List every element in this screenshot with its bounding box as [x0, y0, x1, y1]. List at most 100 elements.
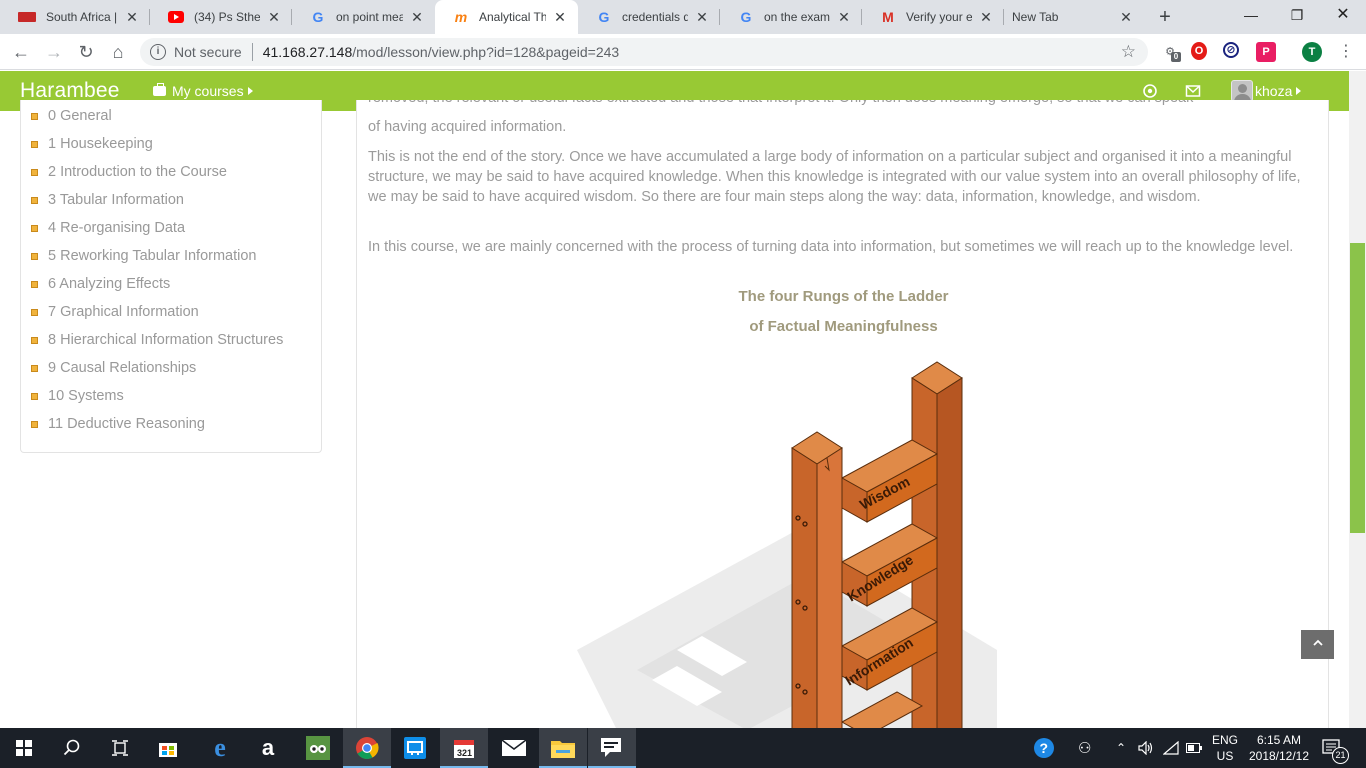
back-icon[interactable]: ←: [9, 40, 33, 64]
messages-icon[interactable]: [1185, 83, 1201, 99]
chevron-up-icon[interactable]: ⌃: [1116, 728, 1126, 768]
course-sections-block: 0 General 1 Housekeeping 2 Introduction …: [20, 100, 322, 453]
language-indicator[interactable]: ENG US: [1212, 728, 1238, 768]
close-icon[interactable]: ✕: [1118, 9, 1134, 26]
browser-tab-active[interactable]: m Analytical Thin ✕: [435, 0, 578, 34]
section-list: 0 General 1 Housekeeping 2 Introduction …: [31, 102, 283, 438]
block-icon[interactable]: ⊘: [1223, 42, 1239, 58]
close-icon[interactable]: ✕: [552, 9, 568, 26]
calendar-icon[interactable]: 321: [440, 728, 488, 768]
wifi-icon[interactable]: [1163, 728, 1179, 768]
close-icon[interactable]: ✕: [266, 9, 282, 26]
section-item[interactable]: 11 Deductive Reasoning: [31, 410, 283, 438]
bullet-icon: [31, 224, 38, 232]
google-icon: G: [598, 9, 610, 25]
bullet-icon: [31, 364, 38, 372]
edge-icon[interactable]: e: [196, 728, 244, 768]
tab-title: Analytical Thin: [479, 10, 546, 24]
tab-title: New Tab: [1012, 10, 1059, 24]
close-window-button[interactable]: ✕: [1320, 0, 1366, 30]
people-icon[interactable]: ⚇: [1078, 728, 1091, 768]
lesson-text-cut: removed, the relevant or useful facts ex…: [368, 100, 1318, 108]
home-icon[interactable]: ⌂: [106, 40, 130, 64]
user-menu[interactable]: khoza: [1231, 80, 1302, 102]
profile-avatar[interactable]: T: [1302, 42, 1322, 62]
browser-tab[interactable]: G on the exam - ✕: [720, 0, 862, 34]
browser-tab[interactable]: New Tab ✕: [1004, 0, 1144, 34]
restore-button[interactable]: ❐: [1274, 0, 1320, 30]
tab-title: South Africa | e: [46, 10, 118, 24]
address-bar[interactable]: i Not secure 41.168.27.148/mod/lesson/vi…: [140, 38, 1148, 66]
bookmark-star-icon[interactable]: ☆: [1121, 42, 1136, 62]
bullet-icon: [31, 252, 38, 260]
battery-icon[interactable]: [1186, 728, 1202, 768]
chrome-icon[interactable]: [343, 728, 391, 768]
file-explorer-icon[interactable]: [539, 728, 587, 768]
notification-count: 21: [1332, 747, 1349, 764]
browser-tab[interactable]: M Verify your em ✕: [862, 0, 1004, 34]
forward-icon[interactable]: →: [42, 40, 66, 64]
url-text: 41.168.27.148/mod/lesson/view.php?id=128…: [262, 44, 620, 60]
bullet-icon: [31, 308, 38, 316]
moodle-icon: m: [454, 9, 468, 25]
close-icon[interactable]: ✕: [124, 9, 140, 26]
tab-title: credentials def: [622, 10, 688, 24]
ladder-illustration: Wisdom Knowledge Information: [577, 361, 997, 728]
bullet-icon: [31, 112, 38, 120]
browser-tab[interactable]: (34) Ps Sthemb ✕: [150, 0, 292, 34]
mail-icon[interactable]: [490, 728, 538, 768]
section-item[interactable]: 2 Introduction to the Course: [31, 158, 283, 186]
briefcase-icon: [153, 83, 166, 96]
teamviewer-icon[interactable]: [391, 728, 439, 768]
search-icon[interactable]: [48, 728, 96, 768]
browser-tab[interactable]: South Africa | e ✕: [0, 0, 150, 34]
close-icon[interactable]: ✕: [836, 9, 852, 26]
section-item[interactable]: 1 Housekeeping: [31, 130, 283, 158]
browser-menu-icon[interactable]: ⋮: [1334, 40, 1358, 64]
section-item[interactable]: 4 Re-organising Data: [31, 214, 283, 242]
adblock-icon[interactable]: O: [1191, 42, 1207, 60]
section-item[interactable]: 3 Tabular Information: [31, 186, 283, 214]
new-tab-button[interactable]: +: [1153, 6, 1177, 28]
clock[interactable]: 6:15 AM 2018/12/12: [1246, 728, 1312, 768]
bullet-icon: [31, 420, 38, 428]
task-view-icon[interactable]: [96, 728, 144, 768]
page-scrollbar[interactable]: [1349, 71, 1366, 728]
close-icon[interactable]: ✕: [409, 9, 425, 26]
section-item[interactable]: 7 Graphical Information: [31, 298, 283, 326]
tripadvisor-icon[interactable]: [294, 728, 342, 768]
google-icon: G: [740, 9, 752, 25]
section-item[interactable]: 10 Systems: [31, 382, 283, 410]
chevron-up-icon: [1312, 639, 1323, 646]
store-icon[interactable]: [144, 728, 192, 768]
section-item[interactable]: 0 General: [31, 102, 283, 130]
minimize-button[interactable]: —: [1228, 0, 1274, 30]
back-to-top-button[interactable]: [1301, 630, 1334, 659]
feedback-icon[interactable]: [588, 728, 636, 768]
section-item[interactable]: 5 Reworking Tabular Information: [31, 242, 283, 270]
amazon-icon[interactable]: a: [244, 728, 292, 768]
browser-tab[interactable]: G credentials def ✕: [578, 0, 720, 34]
gmail-icon: M: [882, 9, 894, 25]
pocket-icon[interactable]: P: [1256, 42, 1276, 62]
close-icon[interactable]: ✕: [694, 9, 710, 26]
notification-icon[interactable]: [1142, 83, 1158, 99]
info-icon[interactable]: i: [150, 44, 166, 60]
caret-right-icon: [247, 87, 253, 95]
extension-icon[interactable]: ⚙ 0: [1160, 42, 1181, 62]
scrollbar-thumb[interactable]: [1350, 243, 1365, 533]
youtube-icon: [168, 9, 184, 25]
section-item[interactable]: 6 Analyzing Effects: [31, 270, 283, 298]
section-item[interactable]: 9 Causal Relationships: [31, 354, 283, 382]
close-icon[interactable]: ✕: [978, 9, 994, 26]
reload-icon[interactable]: ↻: [74, 40, 98, 64]
browser-tab[interactable]: G on point mean ✕: [292, 0, 435, 34]
figure-title: The four Rungs of the Ladder: [738, 288, 949, 305]
section-item[interactable]: 8 Hierarchical Information Structures: [31, 326, 283, 354]
notification-center-icon[interactable]: 21: [1322, 728, 1349, 768]
browser-tab-strip: South Africa | e ✕ (34) Ps Sthemb ✕ G on…: [0, 0, 1366, 34]
windows-start-icon[interactable]: [0, 728, 48, 768]
volume-icon[interactable]: [1138, 728, 1154, 768]
help-icon[interactable]: ?: [1033, 728, 1055, 768]
my-courses-menu[interactable]: My courses: [153, 83, 253, 99]
